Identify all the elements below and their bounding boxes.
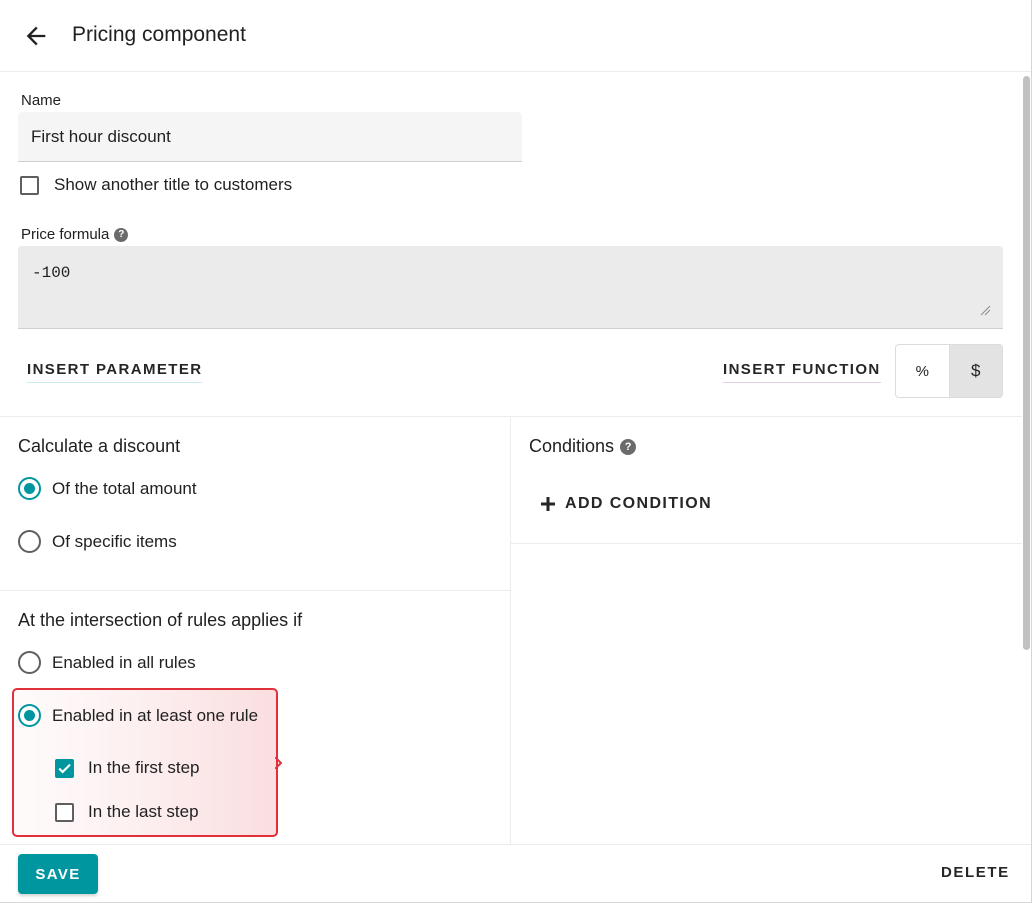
footer-bar xyxy=(0,844,1031,902)
radio-button[interactable] xyxy=(18,530,41,553)
name-label: Name xyxy=(21,92,62,109)
intersection-section-title: At the intersection of rules applies if xyxy=(18,610,303,630)
question-circle-icon[interactable]: ? xyxy=(620,438,637,455)
radio-at-least-one-rule-label: Enabled in at least one rule xyxy=(52,705,259,725)
highlight-notch xyxy=(275,757,282,769)
price-formula-value: -100 xyxy=(32,264,71,282)
last-step-label: In the last step xyxy=(88,802,199,821)
unit-toggle-group: % $ xyxy=(895,344,1003,398)
add-condition-button[interactable]: ADD CONDITION xyxy=(541,495,712,513)
column-divider xyxy=(510,416,511,844)
page-header: Pricing component xyxy=(0,0,1031,72)
section-divider xyxy=(0,590,510,591)
first-step-label: In the first step xyxy=(88,758,200,777)
checkbox-checked[interactable] xyxy=(55,758,74,778)
price-formula-label-row: Price formula ? xyxy=(21,226,129,243)
percent-toggle-button[interactable]: % xyxy=(896,345,950,397)
first-step-checkbox[interactable]: In the first step xyxy=(55,758,200,778)
radio-at-least-one-rule[interactable]: Enabled in at least one rule xyxy=(18,704,258,727)
back-button[interactable] xyxy=(18,18,54,54)
radio-specific-items-label: Of specific items xyxy=(52,531,177,551)
price-formula-textarea[interactable]: -100 xyxy=(18,246,1003,329)
radio-button[interactable] xyxy=(18,477,41,500)
plus-icon xyxy=(541,497,555,511)
save-button[interactable]: SAVE xyxy=(18,854,98,894)
name-input-value: First hour discount xyxy=(31,126,171,146)
section-divider xyxy=(0,416,1022,417)
resize-handle-icon[interactable] xyxy=(979,304,991,316)
radio-all-rules-label: Enabled in all rules xyxy=(52,652,196,672)
scrollbar-thumb[interactable] xyxy=(1023,76,1030,650)
last-step-checkbox[interactable]: In the last step xyxy=(55,802,199,822)
radio-specific-items[interactable]: Of specific items xyxy=(18,530,177,553)
radio-total-amount[interactable]: Of the total amount xyxy=(18,477,197,500)
insert-parameter-button[interactable]: INSERT PARAMETER xyxy=(27,361,203,383)
checkmark-icon xyxy=(58,763,71,774)
arrow-left-icon xyxy=(26,26,46,46)
conditions-title-row: Conditions ? xyxy=(529,436,637,457)
add-condition-label: ADD CONDITION xyxy=(565,495,713,512)
dollar-toggle-button[interactable]: $ xyxy=(949,345,1002,397)
radio-button[interactable] xyxy=(18,651,41,674)
price-formula-label: Price formula xyxy=(21,226,110,243)
question-circle-icon[interactable]: ? xyxy=(114,227,129,242)
insert-function-button[interactable]: INSERT FUNCTION xyxy=(723,361,881,383)
radio-all-rules[interactable]: Enabled in all rules xyxy=(18,651,196,674)
delete-button[interactable]: DELETE xyxy=(941,864,1010,881)
page-title: Pricing component xyxy=(72,23,246,46)
name-input[interactable]: First hour discount xyxy=(18,112,522,162)
pricing-component-page: Pricing component Name First hour discou… xyxy=(0,0,1032,903)
checkbox-unchecked[interactable] xyxy=(55,802,74,822)
show-another-title-label: Show another title to customers xyxy=(54,175,293,194)
radio-button[interactable] xyxy=(18,704,41,727)
show-another-title-box[interactable] xyxy=(20,175,39,195)
conditions-title: Conditions xyxy=(529,436,615,456)
show-another-title-checkbox[interactable]: Show another title to customers xyxy=(20,175,292,195)
discount-section-title: Calculate a discount xyxy=(18,436,181,456)
radio-total-amount-label: Of the total amount xyxy=(52,478,197,498)
section-divider xyxy=(511,543,1022,544)
